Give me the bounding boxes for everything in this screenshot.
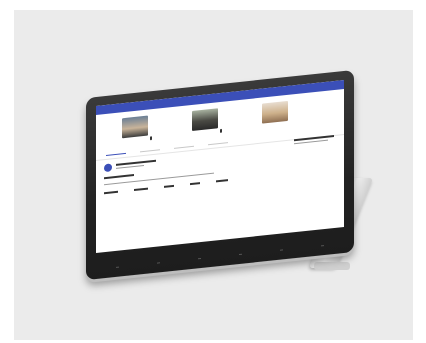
microphone-icon[interactable]: [150, 136, 152, 141]
tab-2[interactable]: [140, 149, 160, 153]
field-line: [104, 190, 118, 194]
tab-3[interactable]: [174, 145, 194, 150]
field-line: [216, 179, 228, 182]
participant-video-3[interactable]: [262, 100, 288, 124]
field-line: [134, 187, 148, 191]
participant-video-2[interactable]: [192, 108, 218, 131]
avatar: [104, 162, 112, 172]
field-line: [190, 182, 200, 185]
card-subline: [116, 164, 144, 169]
tab-4[interactable]: [208, 141, 228, 146]
participant-video-1[interactable]: [122, 115, 148, 139]
tablet-screen: [96, 79, 344, 254]
tab-1[interactable]: [106, 152, 126, 157]
tablet-stand-foot: [314, 262, 350, 270]
microphone-icon[interactable]: [220, 128, 222, 133]
tablet-device: [86, 69, 354, 281]
section-heading-line: [104, 174, 134, 179]
field-line: [164, 184, 174, 188]
